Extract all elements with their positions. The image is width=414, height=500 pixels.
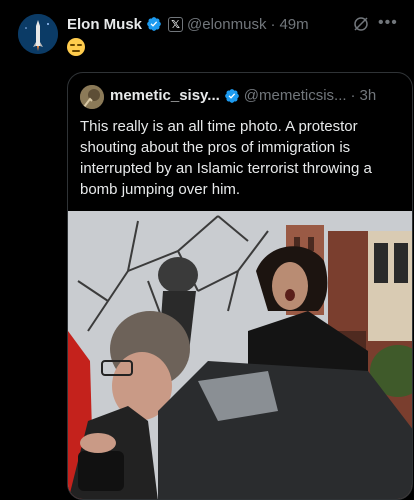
author-avatar[interactable] bbox=[18, 14, 58, 54]
quoted-tweet-header: memetic_sisy... @memeticsis... · 3h bbox=[110, 87, 376, 104]
quoted-timestamp[interactable]: 3h bbox=[360, 87, 377, 104]
quoted-tweet-text: This really is an all time photo. A prot… bbox=[80, 118, 372, 198]
sisyphus-avatar-image bbox=[80, 85, 104, 109]
separator-dot: · bbox=[350, 87, 356, 104]
author-handle[interactable]: @elonmusk bbox=[187, 16, 266, 33]
x-affiliation-icon[interactable]: 𝕏 bbox=[168, 16, 184, 32]
timestamp[interactable]: 49m bbox=[279, 16, 308, 33]
tweet-header: Elon Musk 𝕏 @elonmusk · 49m bbox=[67, 14, 309, 34]
more-icon[interactable]: ••• bbox=[378, 15, 398, 31]
quoted-author-avatar[interactable] bbox=[80, 85, 104, 109]
expressionless-face-emoji bbox=[67, 38, 85, 56]
verified-badge-icon[interactable] bbox=[146, 16, 162, 32]
grok-icon[interactable] bbox=[352, 15, 370, 33]
quoted-author-handle[interactable]: @memeticsis... bbox=[244, 87, 347, 104]
rocket-avatar-image bbox=[18, 14, 58, 54]
author-name[interactable]: Elon Musk bbox=[67, 16, 142, 33]
separator-dot: · bbox=[270, 15, 276, 33]
quoted-tweet-card[interactable]: memetic_sisy... @memeticsis... · 3h This… bbox=[67, 72, 413, 500]
verified-badge-icon[interactable] bbox=[224, 88, 240, 104]
tweet-photo[interactable] bbox=[68, 211, 413, 500]
quoted-author-name[interactable]: memetic_sisy... bbox=[110, 87, 220, 104]
